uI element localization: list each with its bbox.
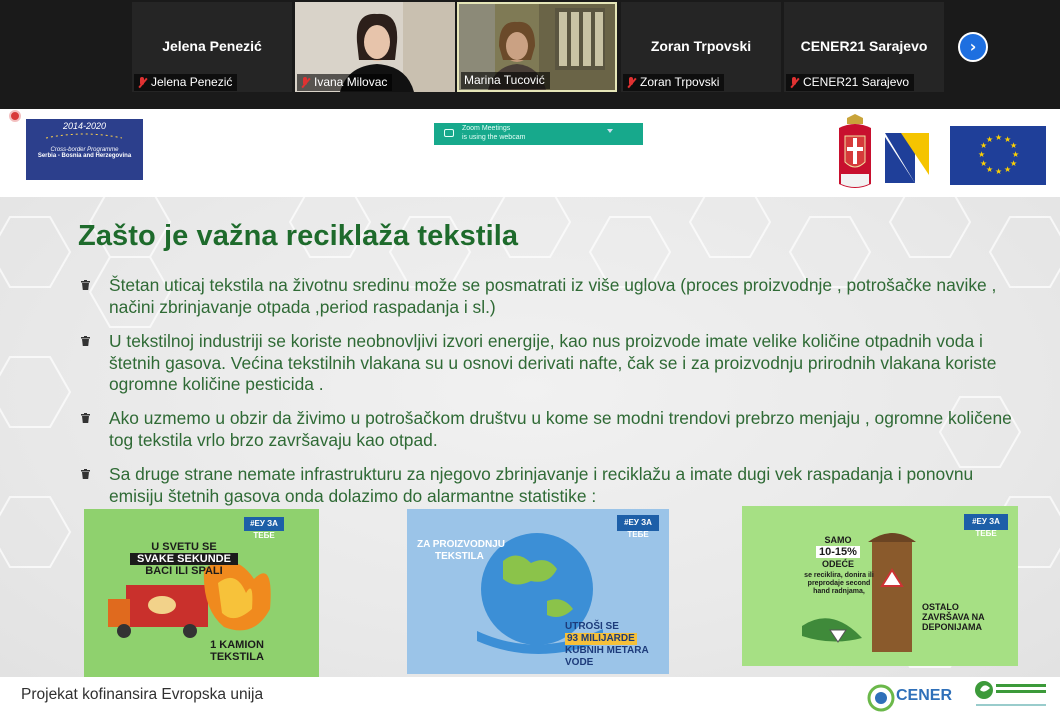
infographic-poster-water-usage: #ЕУ ЗА ТЕБЕ ZA PROIZVODNJU TEKSTILA UTRO… <box>407 509 669 674</box>
poster-headline-line: SAMO <box>824 535 852 545</box>
poster-footer: OSTALO ZAVRŠAVA NA DEPONIJAMA <box>922 602 1002 632</box>
cener-logo-text: CENER <box>896 687 953 704</box>
poster-detail-line: hand radnjama, <box>813 588 865 595</box>
trash-icon <box>81 280 90 290</box>
environment-engineering-group-logo-icon <box>975 681 1046 706</box>
muted-mic-icon <box>137 76 147 89</box>
svg-text:★: ★ <box>986 135 993 144</box>
participant-tile[interactable]: CENER21 Sarajevo CENER21 Sarajevo <box>784 2 944 92</box>
webcam-icon <box>444 129 454 137</box>
interreg-programme-logo: 2014-2020 Cross-border Programme Serbia … <box>26 119 143 180</box>
poster-headline-line: BACI ILI SPALI <box>145 565 223 577</box>
poster-detail: se reciklira, donira ili preprodaje seco… <box>794 572 884 596</box>
participant-label: Marina Tucović <box>461 72 550 89</box>
poster-footer-line: KUBNIH METARA <box>565 645 649 656</box>
poster-headline-line: ODEĆE <box>821 559 854 569</box>
video-strip: Jelena Penezić Jelena Penezić Ivana Milo… <box>0 0 1060 109</box>
svg-text:★: ★ <box>1010 141 1017 150</box>
participant-tile-active[interactable]: Marina Tucović <box>457 2 617 92</box>
trash-icon <box>81 469 90 479</box>
svg-text:★: ★ <box>980 159 987 168</box>
poster-headline: U SVETU SE SVAKE SEKUNDE BACI ILI SPALI <box>130 541 238 577</box>
bullet-item: Sa druge strane nemate infrastrukturu za… <box>78 464 1028 507</box>
bullet-item: Ako uzmemo u obzir da živimo u potrošačk… <box>78 408 1028 451</box>
programme-countries: Serbia - Bosnia and Herzegovina <box>37 153 132 159</box>
poster-headline-line: U SVETU SE <box>151 541 217 553</box>
poster-headline: SAMO 10-15% ODEĆE <box>804 534 872 570</box>
participant-label: Zoran Trpovski <box>623 74 725 91</box>
programme-stars-decoration <box>45 133 123 139</box>
poster-footer-line: UTROŠI SE <box>565 621 619 632</box>
participant-tile[interactable]: Ivana Milovac <box>295 2 455 92</box>
participant-label: Ivana Milovac <box>297 74 393 91</box>
poster-footer-line: OSTALO <box>922 602 959 612</box>
svg-text:★: ★ <box>978 150 985 159</box>
muted-mic-icon <box>300 76 310 89</box>
poster-footer: 1 KAMION TEKSTILA <box>202 639 272 663</box>
programme-years: 2014-2020 <box>62 121 107 131</box>
bullet-text: U tekstilnoj industriji se koriste neobn… <box>109 331 997 394</box>
participant-label: CENER21 Sarajevo <box>786 74 915 91</box>
slide-title: Zašto je važna reciklaža tekstila <box>78 220 519 252</box>
poster-footer: UTROŠI SE 93 MILIJARDE KUBNIH METARA VOD… <box>565 621 665 669</box>
poster-footer-line: VODE <box>565 657 594 668</box>
webcam-notice-line2: is using the webcam <box>462 134 526 141</box>
participant-label-text: Jelena Penezić <box>151 75 233 89</box>
cener-logo-icon <box>867 684 895 712</box>
poster-headline: ZA PROIZVODNJU TEKSTILA <box>417 539 537 563</box>
svg-text:★: ★ <box>1004 165 1011 174</box>
participant-name: Jelena Penezić <box>162 38 262 54</box>
svg-text:★: ★ <box>995 167 1002 176</box>
eu-flag-icon: ★ ★ ★ ★ ★ ★ ★ ★ ★ ★ ★ ★ <box>950 126 1046 185</box>
infographic-poster-textile-waste: #ЕУ ЗА ТЕБЕ U SVETU SE SVAKE SEKUNDE BAC… <box>84 509 319 677</box>
poster-tag: #ЕУ ЗА ТЕБЕ <box>250 519 278 540</box>
next-participants-button[interactable]: › <box>958 32 988 62</box>
bullet-item: U tekstilnoj industriji se koriste neobn… <box>78 331 1028 396</box>
muted-mic-icon <box>626 76 636 89</box>
poster-footer-line: 93 MILIJARDE <box>565 633 637 645</box>
participant-label-text: Ivana Milovac <box>314 75 388 89</box>
webcam-notice-line1: Zoom Meetings <box>462 125 511 132</box>
participant-label: Jelena Penezić <box>134 74 238 91</box>
participant-tile[interactable]: Jelena Penezić Jelena Penezić <box>132 2 292 92</box>
recording-indicator-icon <box>9 110 21 122</box>
participant-name: CENER21 Sarajevo <box>800 38 928 54</box>
poster-tag: #ЕУ ЗА ТЕБЕ <box>624 518 652 539</box>
serbia-coat-of-arms-icon <box>839 114 871 188</box>
participant-name: Zoran Trpovski <box>650 38 752 54</box>
muted-mic-icon <box>789 76 799 89</box>
poster-footer-line: TEKSTILA <box>210 651 264 663</box>
shared-slide: 2014-2020 Cross-border Programme Serbia … <box>0 109 1060 718</box>
bullet-item: Štetan uticaj tekstila na životnu sredin… <box>78 275 1028 318</box>
poster-headline-line: SVAKE SEKUNDE <box>130 553 238 565</box>
poster-tag: #ЕУ ЗА ТЕБЕ <box>972 517 1000 538</box>
infographic-poster-recycling-rate: #ЕУ ЗА ТЕБЕ SAMO 10-15% ODEĆE se recikli… <box>742 506 1018 666</box>
poster-footer-line: 1 KAMION <box>210 639 264 651</box>
poster-headline-line: 10-15% <box>816 546 860 558</box>
participant-label-text: Zoran Trpovski <box>640 75 720 89</box>
trash-icon <box>81 336 90 346</box>
participant-label-text: Marina Tucović <box>464 73 545 87</box>
webcam-notification[interactable]: Zoom Meetings is using the webcam <box>434 123 643 145</box>
eu-stars: ★ ★★ ★★★ ★★★ ★★★ <box>978 133 1019 176</box>
svg-text:★: ★ <box>1012 150 1019 159</box>
trash-icon <box>81 413 90 423</box>
bullet-text: Ako uzmemo u obzir da živimo u potrošačk… <box>109 408 1012 450</box>
poster-detail-line: preprodaje second <box>807 580 871 587</box>
cofinancing-footer: Projekat kofinansira Evropska unija <box>21 686 264 703</box>
svg-text:★: ★ <box>995 133 1002 142</box>
bullet-text: Sa druge strane nemate infrastrukturu za… <box>109 464 974 506</box>
poster-headline-line: TEKSTILA <box>435 551 484 562</box>
poster-headline-line: ZA PROIZVODNJU <box>417 539 505 550</box>
chevron-down-icon[interactable] <box>607 129 613 133</box>
bullet-text: Štetan uticaj tekstila na životnu sredin… <box>109 275 997 317</box>
poster-footer-line: ZAVRŠAVA NA <box>922 612 985 622</box>
poster-footer-line: DEPONIJAMA <box>922 622 983 632</box>
bosnia-flag-icon <box>885 133 929 183</box>
poster-detail-line: se reciklira, donira ili <box>804 572 874 579</box>
participant-tile[interactable]: Zoran Trpovski Zoran Trpovski <box>621 2 781 92</box>
participant-label-text: CENER21 Sarajevo <box>803 75 910 89</box>
chevron-right-icon: › <box>969 37 977 56</box>
